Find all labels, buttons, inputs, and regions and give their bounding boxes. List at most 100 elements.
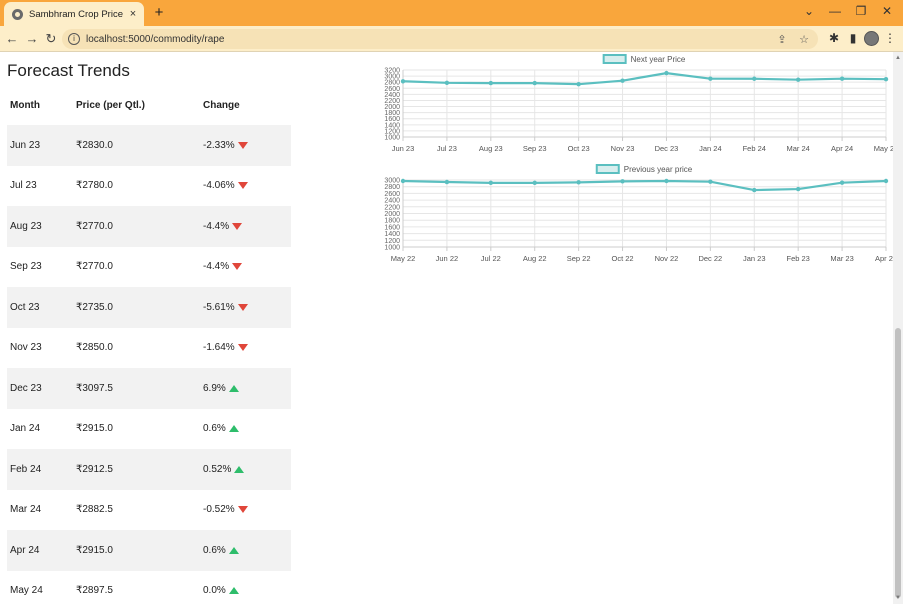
data-point <box>576 180 581 185</box>
forward-button[interactable]: → <box>24 31 40 46</box>
cell-price: ₹2915.0 <box>73 530 200 571</box>
site-info-icon[interactable]: i <box>68 33 80 45</box>
x-tick-label: Apr 23 <box>875 254 893 263</box>
reload-button[interactable]: ↻ <box>43 31 59 47</box>
url-text[interactable]: localhost:5000/commodity/rape <box>86 34 774 45</box>
close-icon[interactable]: × <box>126 8 140 20</box>
cell-change: -4.06% <box>200 166 291 207</box>
data-point <box>444 179 450 185</box>
scroll-up-icon[interactable]: ▲ <box>895 55 901 61</box>
cell-change: 0.6% <box>200 409 291 450</box>
y-tick-label: 1200 <box>384 238 400 245</box>
bookmark-star-icon[interactable]: ☆ <box>796 33 812 46</box>
page-content: Forecast Trends Month Price (per Qtl.) C… <box>0 52 893 604</box>
data-point <box>883 178 889 184</box>
x-tick-label: Sep 23 <box>523 144 547 153</box>
globe-icon <box>12 8 23 20</box>
browser-toolbar: ← → ↻ i localhost:5000/commodity/rape ⇪ … <box>0 26 903 52</box>
cell-price: ₹2912.5 <box>73 449 200 490</box>
trend-up-icon <box>228 587 239 595</box>
x-tick-label: Nov 23 <box>611 144 635 153</box>
data-point <box>620 179 625 184</box>
table-row: Feb 24 ₹2912.5 0.52% <box>7 449 291 490</box>
cell-month: Jul 23 <box>10 180 37 192</box>
x-tick-label: Aug 22 <box>523 254 547 263</box>
side-panel-icon[interactable]: ▮ <box>845 31 861 45</box>
tab-search-icon[interactable]: ⌄ <box>800 4 818 18</box>
column-header-change: Change <box>203 100 240 111</box>
y-tick-label: 2600 <box>384 191 400 198</box>
cell-price: ₹2897.5 <box>76 585 113 597</box>
scrollbar-thumb[interactable] <box>895 328 901 598</box>
trend-down-icon <box>237 141 248 149</box>
table-row: Sep 23 ₹2770.0 -4.4% <box>7 247 291 288</box>
change-value: -4.4% <box>203 220 230 232</box>
data-point <box>488 180 494 186</box>
cell-price: ₹2770.0 <box>76 261 113 273</box>
cell-month: Sep 23 <box>10 261 42 273</box>
trend-down-icon <box>237 506 248 514</box>
window-close-button[interactable]: ✕ <box>878 4 896 18</box>
scroll-down-icon[interactable]: ▼ <box>895 595 901 601</box>
x-tick-label: Jun 22 <box>436 254 459 263</box>
address-bar[interactable]: i localhost:5000/commodity/rape ⇪ ☆ <box>62 29 818 49</box>
new-tab-button[interactable]: + <box>151 4 167 21</box>
x-tick-label: Aug 23 <box>479 144 503 153</box>
cell-change: -2.33% <box>200 125 291 166</box>
cell-month: Jun 23 <box>7 125 73 166</box>
x-tick-label: Dec 23 <box>655 144 679 153</box>
previous-year-price-chart: Previous year price100012001400160018002… <box>384 164 893 263</box>
cell-price: ₹2830.0 <box>73 125 200 166</box>
tab-title: Sambhram Crop Price Predictor <box>29 8 126 20</box>
change-value: 6.9% <box>203 382 226 394</box>
x-tick-label: Feb 23 <box>787 254 810 263</box>
change-value: 0.52% <box>203 463 232 475</box>
tab-strip: Sambhram Crop Price Predictor × + ⌄ — ❐ … <box>0 0 903 26</box>
data-point <box>532 80 537 86</box>
legend-label: Next year Price <box>631 55 686 64</box>
menu-icon[interactable]: ⋮ <box>882 31 898 45</box>
data-point <box>400 178 406 184</box>
cell-change: 0.6% <box>200 530 291 571</box>
minimize-button[interactable]: — <box>826 4 844 18</box>
data-point <box>708 76 713 81</box>
trend-down-icon <box>232 222 243 230</box>
y-tick-label: 1200 <box>384 128 400 135</box>
extensions-icon[interactable]: ✱ <box>826 31 842 45</box>
browser-tab[interactable]: Sambhram Crop Price Predictor × <box>4 2 144 26</box>
column-header-month: Month <box>10 100 40 111</box>
trend-down-icon <box>237 344 248 352</box>
back-button[interactable]: ← <box>4 31 20 46</box>
vertical-scrollbar[interactable]: ▲ ▼ <box>893 52 903 604</box>
x-tick-label: Mar 23 <box>830 254 853 263</box>
y-tick-label: 1800 <box>384 110 400 117</box>
data-point <box>532 180 537 186</box>
data-point <box>620 78 625 83</box>
cell-change: 0.52% <box>200 449 291 490</box>
maximize-button[interactable]: ❐ <box>852 4 870 18</box>
cell-price: ₹2735.0 <box>73 287 200 328</box>
change-value: -2.33% <box>203 139 235 151</box>
change-value: -1.64% <box>203 342 235 354</box>
y-tick-label: 1000 <box>384 135 400 142</box>
data-point <box>400 79 406 84</box>
trend-up-icon <box>228 384 239 392</box>
share-icon[interactable]: ⇪ <box>774 33 790 46</box>
data-point <box>664 178 669 184</box>
trend-up-icon <box>228 425 239 433</box>
data-point <box>444 80 450 85</box>
data-point <box>839 76 845 81</box>
y-tick-label: 1600 <box>384 224 400 231</box>
cell-change: -4.4% <box>200 247 291 288</box>
profile-avatar[interactable] <box>864 31 879 46</box>
cell-change: -0.52% <box>200 490 291 531</box>
y-tick-label: 3000 <box>384 74 400 81</box>
table-row: Apr 24 ₹2915.0 0.6% <box>7 530 291 571</box>
page-title: Forecast Trends <box>7 61 130 80</box>
cell-change: -4.4% <box>200 206 291 247</box>
x-tick-label: May 22 <box>391 254 416 263</box>
change-value: 0.6% <box>203 544 226 556</box>
data-point <box>488 80 494 86</box>
cell-change: -1.64% <box>200 328 291 369</box>
data-point <box>883 77 889 82</box>
